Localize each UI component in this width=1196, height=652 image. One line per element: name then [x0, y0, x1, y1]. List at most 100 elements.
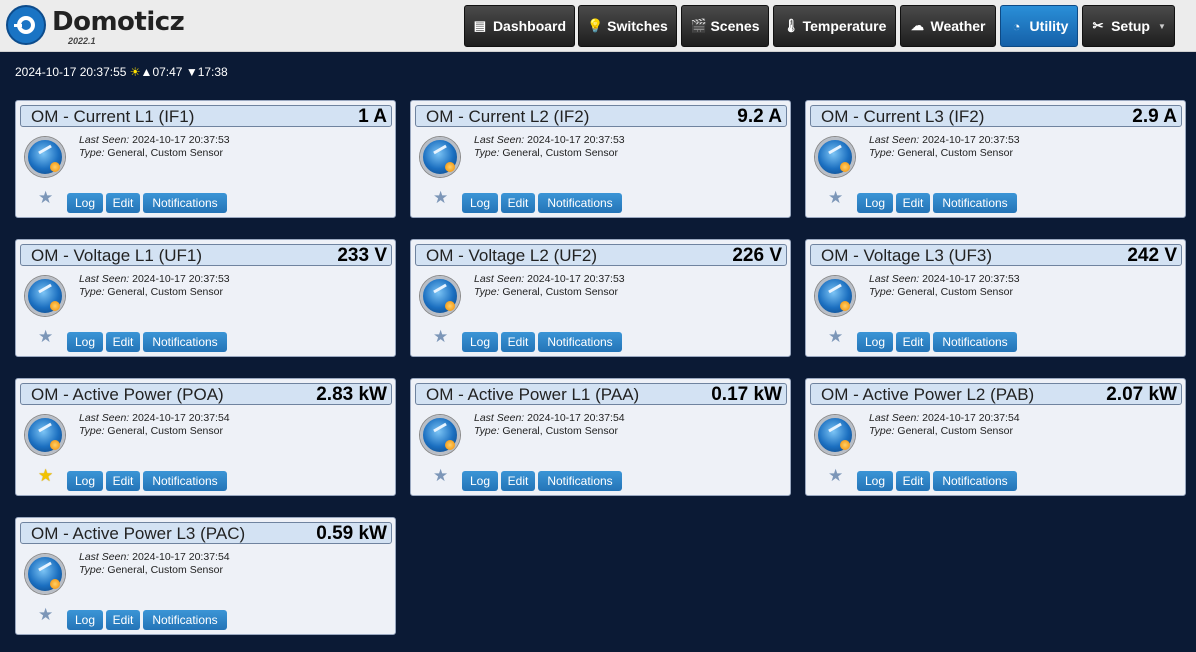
notifications-button[interactable]: Notifications: [143, 332, 227, 352]
nav-weather[interactable]: ☁ Weather: [900, 5, 996, 47]
device-info: Last Seen: 2024-10-17 20:37:54 Type: Gen…: [79, 412, 230, 438]
favorite-star-icon[interactable]: ★: [38, 189, 53, 206]
nav-label: Scenes: [710, 18, 760, 34]
type-value: General, Custom Sensor: [502, 147, 618, 159]
notifications-button[interactable]: Notifications: [538, 193, 622, 213]
notifications-button[interactable]: Notifications: [143, 193, 227, 213]
nav-label: Temperature: [802, 18, 887, 34]
caret-down-icon: ▼: [1157, 21, 1166, 31]
nav-dashboard[interactable]: ▤ Dashboard: [464, 5, 575, 47]
meter-icon: [815, 276, 855, 316]
device-info: Last Seen: 2024-10-17 20:37:53 Type: Gen…: [869, 134, 1020, 160]
app-logo[interactable]: Domoticz 2022.1: [6, 5, 185, 47]
log-button[interactable]: Log: [462, 193, 498, 213]
favorite-star-icon[interactable]: ★: [828, 467, 843, 484]
device-card: OM - Voltage L2 (UF2) 226 V Last Seen: 2…: [410, 239, 791, 357]
log-button[interactable]: Log: [857, 332, 893, 352]
favorite-star-icon[interactable]: ★: [38, 467, 53, 484]
type-value: General, Custom Sensor: [107, 147, 223, 159]
device-value: 9.2 A: [737, 106, 782, 127]
last-seen-label: Last Seen:: [474, 412, 525, 424]
favorite-star-icon[interactable]: ★: [828, 189, 843, 206]
type-label: Type:: [474, 286, 500, 298]
favorite-star-icon[interactable]: ★: [433, 467, 448, 484]
last-seen-label: Last Seen:: [869, 412, 920, 424]
notifications-button[interactable]: Notifications: [933, 193, 1017, 213]
nav-scenes[interactable]: 🎬 Scenes: [681, 5, 769, 47]
type-value: General, Custom Sensor: [502, 425, 618, 437]
log-button[interactable]: Log: [462, 471, 498, 491]
lightbulb-icon: 💡: [587, 18, 604, 33]
nav-utility[interactable]: ◔ Utility: [1000, 5, 1078, 47]
favorite-star-icon[interactable]: ★: [433, 328, 448, 345]
app-name: Domoticz: [52, 7, 185, 37]
nav-switches[interactable]: 💡 Switches: [578, 5, 677, 47]
clapperboard-icon: 🎬: [690, 18, 707, 33]
edit-button[interactable]: Edit: [896, 193, 930, 213]
device-name: OM - Current L2 (IF2): [426, 107, 590, 126]
device-name: OM - Active Power (POA): [31, 385, 224, 404]
device-value: 2.07 kW: [1106, 384, 1177, 405]
log-button[interactable]: Log: [67, 332, 103, 352]
favorite-star-icon[interactable]: ★: [38, 606, 53, 623]
device-card: OM - Active Power (POA) 2.83 kW Last See…: [15, 378, 396, 496]
nav-temperature[interactable]: 🌡 Temperature: [773, 5, 896, 47]
last-seen-label: Last Seen:: [79, 412, 130, 424]
edit-button[interactable]: Edit: [501, 332, 535, 352]
favorite-star-icon[interactable]: ★: [433, 189, 448, 206]
top-bar: Domoticz 2022.1 ▤ Dashboard 💡 Switches 🎬…: [0, 0, 1196, 52]
device-header: OM - Voltage L2 (UF2) 226 V: [415, 244, 787, 266]
device-name: OM - Current L3 (IF2): [821, 107, 985, 126]
log-button[interactable]: Log: [857, 193, 893, 213]
notifications-button[interactable]: Notifications: [538, 471, 622, 491]
sunrise-icon: ▲: [140, 65, 153, 79]
device-value: 242 V: [1127, 245, 1177, 266]
log-button[interactable]: Log: [857, 471, 893, 491]
edit-button[interactable]: Edit: [896, 332, 930, 352]
nav-setup[interactable]: ✂ Setup ▼: [1082, 5, 1175, 47]
device-info: Last Seen: 2024-10-17 20:37:53 Type: Gen…: [474, 134, 625, 160]
last-seen-label: Last Seen:: [79, 551, 130, 563]
thermometer-icon: 🌡: [782, 18, 800, 33]
last-seen-value: 2024-10-17 20:37:53: [132, 134, 230, 146]
notifications-button[interactable]: Notifications: [538, 332, 622, 352]
type-value: General, Custom Sensor: [107, 564, 223, 576]
last-seen-value: 2024-10-17 20:37:54: [132, 551, 230, 563]
type-label: Type:: [869, 147, 895, 159]
device-info: Last Seen: 2024-10-17 20:37:54 Type: Gen…: [474, 412, 625, 438]
edit-button[interactable]: Edit: [106, 332, 140, 352]
edit-button[interactable]: Edit: [106, 193, 140, 213]
status-datetime: 2024-10-17 20:37:55 ☀▲07:47 ▼17:38: [15, 65, 228, 79]
last-seen-value: 2024-10-17 20:37:53: [922, 273, 1020, 285]
edit-button[interactable]: Edit: [106, 610, 140, 630]
device-info: Last Seen: 2024-10-17 20:37:53 Type: Gen…: [869, 273, 1020, 299]
device-name: OM - Voltage L3 (UF3): [821, 246, 993, 265]
type-value: General, Custom Sensor: [897, 425, 1013, 437]
log-button[interactable]: Log: [462, 332, 498, 352]
meter-icon: [815, 415, 855, 455]
favorite-star-icon[interactable]: ★: [828, 328, 843, 345]
device-header: OM - Voltage L1 (UF1) 233 V: [20, 244, 392, 266]
nav-label: Weather: [930, 18, 986, 34]
meter-icon: [815, 137, 855, 177]
log-button[interactable]: Log: [67, 193, 103, 213]
log-button[interactable]: Log: [67, 610, 103, 630]
log-button[interactable]: Log: [67, 471, 103, 491]
device-value: 233 V: [337, 245, 387, 266]
last-seen-value: 2024-10-17 20:37:54: [132, 412, 230, 424]
last-seen-value: 2024-10-17 20:37:53: [527, 134, 625, 146]
type-label: Type:: [79, 147, 105, 159]
device-header: OM - Active Power L1 (PAA) 0.17 kW: [415, 383, 787, 405]
meter-icon: [25, 554, 65, 594]
notifications-button[interactable]: Notifications: [143, 610, 227, 630]
edit-button[interactable]: Edit: [896, 471, 930, 491]
edit-button[interactable]: Edit: [106, 471, 140, 491]
notifications-button[interactable]: Notifications: [143, 471, 227, 491]
edit-button[interactable]: Edit: [501, 193, 535, 213]
notifications-button[interactable]: Notifications: [933, 471, 1017, 491]
notifications-button[interactable]: Notifications: [933, 332, 1017, 352]
sunset-time: 17:38: [197, 65, 228, 79]
nav-label: Utility: [1029, 18, 1069, 34]
favorite-star-icon[interactable]: ★: [38, 328, 53, 345]
edit-button[interactable]: Edit: [501, 471, 535, 491]
